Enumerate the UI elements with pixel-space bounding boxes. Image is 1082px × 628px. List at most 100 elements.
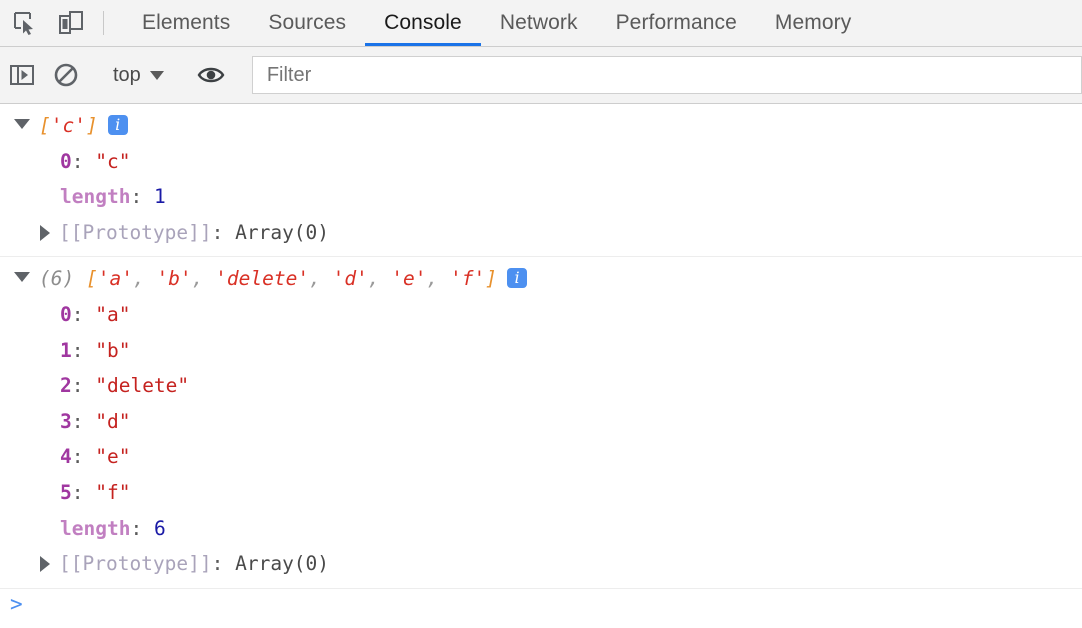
prototype-key: [[Prototype]] — [59, 215, 212, 251]
property-colon: : — [212, 546, 235, 582]
array-open-bracket: [ — [39, 108, 51, 144]
object-property-row[interactable]: 0: "c" — [0, 144, 1082, 180]
prototype-row[interactable]: [[Prototype]]: Array(0) — [0, 215, 1082, 251]
tab-network[interactable]: Network — [481, 0, 597, 46]
array-open-bracket: [ — [86, 261, 98, 297]
array-length-label: (6) — [39, 261, 74, 297]
execution-context-selector[interactable]: top — [107, 64, 170, 87]
filter-input[interactable]: Filter — [252, 56, 1082, 94]
array-preview-item: 'e' — [391, 261, 426, 297]
property-colon: : — [72, 475, 95, 511]
object-property-row[interactable]: 0: "a" — [0, 297, 1082, 333]
inspect-cursor-icon-button[interactable] — [2, 0, 48, 46]
array-preview-item: 'c' — [51, 108, 86, 144]
property-colon: : — [72, 439, 95, 475]
property-key: 0 — [60, 144, 72, 180]
array-close-bracket: ] — [485, 261, 497, 297]
property-value: "d" — [95, 404, 130, 440]
prompt-chevron-icon: > — [10, 595, 23, 613]
property-key: 5 — [60, 475, 72, 511]
tab-elements[interactable]: Elements — [123, 0, 249, 46]
property-value: "c" — [95, 144, 130, 180]
array-close-bracket: ] — [86, 108, 98, 144]
property-value: "f" — [95, 475, 130, 511]
console-sidebar-toggle-button[interactable] — [0, 62, 44, 88]
preview-separator: , — [309, 261, 332, 297]
info-badge-icon[interactable]: i — [507, 268, 527, 288]
object-property-row[interactable]: 4: "e" — [0, 439, 1082, 475]
property-colon: : — [130, 511, 153, 547]
tab-label: Elements — [142, 11, 230, 35]
array-preview-item: 'f' — [450, 261, 485, 297]
object-property-row[interactable]: 2: "delete" — [0, 368, 1082, 404]
property-colon: : — [212, 215, 235, 251]
filter-placeholder: Filter — [267, 64, 311, 87]
property-key: 1 — [60, 333, 72, 369]
object-property-row[interactable]: length: 6 — [0, 511, 1082, 547]
prototype-row[interactable]: [[Prototype]]: Array(0) — [0, 546, 1082, 582]
console-sidebar-icon — [9, 62, 35, 88]
property-colon: : — [72, 333, 95, 369]
property-key: 0 — [60, 297, 72, 333]
array-preview-item: 'd' — [333, 261, 368, 297]
console-message[interactable]: [ 'c' ] i 0: "c" length: 1 [[Prototype]]… — [0, 104, 1082, 257]
object-property-row[interactable]: 5: "f" — [0, 475, 1082, 511]
console-message-header[interactable]: (6) ['a', 'b', 'delete', 'd', 'e', 'f'] … — [0, 261, 1082, 297]
expand-triangle-right-icon[interactable] — [40, 225, 50, 241]
prototype-value: Array(0) — [235, 546, 329, 582]
object-property-row[interactable]: 3: "d" — [0, 404, 1082, 440]
tab-console[interactable]: Console — [365, 0, 481, 46]
property-colon: : — [72, 404, 95, 440]
tab-performance[interactable]: Performance — [597, 0, 756, 46]
preview-separator: , — [427, 261, 450, 297]
inspect-cursor-icon — [12, 10, 38, 36]
property-key: length — [60, 511, 130, 547]
console-output: [ 'c' ] i 0: "c" length: 1 [[Prototype]]… — [0, 104, 1082, 619]
property-value: 1 — [154, 179, 166, 215]
spacer — [74, 261, 86, 297]
execution-context-label: top — [113, 64, 141, 87]
tab-sources[interactable]: Sources — [249, 0, 365, 46]
preview-separator: , — [133, 261, 156, 297]
array-preview-item: 'delete' — [215, 261, 309, 297]
expand-triangle-right-icon[interactable] — [40, 556, 50, 572]
array-preview-item: 'a' — [98, 261, 133, 297]
property-value: 6 — [154, 511, 166, 547]
property-value: "delete" — [95, 368, 189, 404]
clear-console-icon — [53, 62, 79, 88]
property-value: "e" — [95, 439, 130, 475]
console-message-header[interactable]: [ 'c' ] i — [0, 108, 1082, 144]
live-expression-button[interactable] — [189, 64, 233, 86]
devtools-tabstrip: Elements Sources Console Network Perform… — [0, 0, 1082, 47]
property-colon: : — [72, 368, 95, 404]
device-toolbar-icon-button[interactable] — [48, 0, 94, 46]
panel-tabs: Elements Sources Console Network Perform… — [123, 0, 870, 46]
tab-memory[interactable]: Memory — [756, 0, 870, 46]
chevron-down-icon — [150, 71, 164, 80]
object-property-row[interactable]: 1: "b" — [0, 333, 1082, 369]
preview-separator: , — [368, 261, 391, 297]
property-key: 2 — [60, 368, 72, 404]
property-colon: : — [130, 179, 153, 215]
array-preview-item: 'b' — [156, 261, 191, 297]
console-prompt[interactable]: > — [0, 589, 1082, 619]
property-colon: : — [72, 297, 95, 333]
prototype-value: Array(0) — [235, 215, 329, 251]
tab-label: Console — [384, 11, 462, 35]
property-key: 4 — [60, 439, 72, 475]
expand-triangle-down-icon[interactable] — [14, 272, 30, 282]
console-message[interactable]: (6) ['a', 'b', 'delete', 'd', 'e', 'f'] … — [0, 257, 1082, 588]
object-property-row[interactable]: length: 1 — [0, 179, 1082, 215]
property-key: 3 — [60, 404, 72, 440]
prototype-key: [[Prototype]] — [59, 546, 212, 582]
device-toolbar-icon — [57, 10, 85, 36]
property-colon: : — [72, 144, 95, 180]
clear-console-button[interactable] — [44, 62, 88, 88]
console-control-bar: top Filter — [0, 47, 1082, 104]
tab-label: Memory — [775, 11, 851, 35]
expand-triangle-down-icon[interactable] — [14, 119, 30, 129]
toolbar-divider — [103, 11, 104, 35]
property-value: "b" — [95, 333, 130, 369]
property-key: length — [60, 179, 130, 215]
info-badge-icon[interactable]: i — [108, 115, 128, 135]
